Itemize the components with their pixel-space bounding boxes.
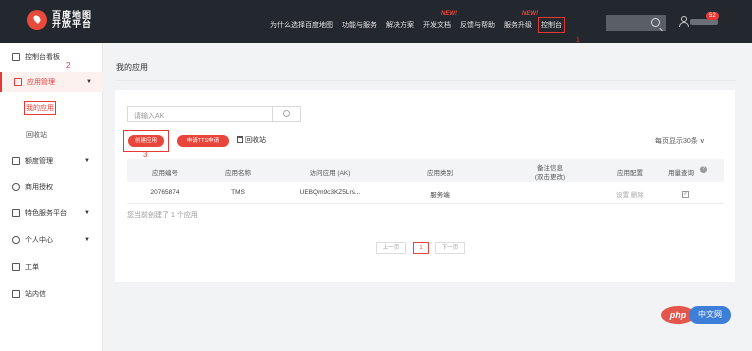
cell-app-id: 20765874: [150, 189, 180, 196]
new-tag: NEW!: [441, 11, 457, 17]
search-icon: [283, 110, 290, 117]
nav-features[interactable]: 功能与服务: [342, 20, 377, 30]
grid-icon: [14, 78, 22, 86]
global-search[interactable]: [606, 15, 666, 31]
th-usage: 用量查询: [668, 170, 694, 177]
sidebar-item-label: 控制台看板: [25, 54, 60, 61]
nav-dev-docs[interactable]: 开发文档 NEW!: [423, 11, 457, 30]
nav-console[interactable]: 控制台: [538, 17, 565, 33]
cell-app-type: 服务端: [430, 192, 450, 199]
sidebar-item-label: 个人中心: [25, 237, 53, 244]
sidebar-item-commercial[interactable]: 商用授权: [0, 181, 103, 193]
nav-upgrade-label: 服务升级: [504, 22, 532, 29]
nav-dev-docs-label: 开发文档: [423, 22, 451, 29]
baidu-map-logo[interactable]: 百度地图 开放平台: [27, 10, 92, 30]
annotation-3: 3: [143, 150, 148, 159]
prev-page-button[interactable]: 上一页: [376, 242, 406, 254]
annotation-1: 1: [576, 37, 580, 44]
main-nav: 为什么选择百度地图 功能与服务 解决方案 开发文档 NEW! 反馈与帮助 服务升级…: [270, 11, 571, 33]
sidebar-item-special[interactable]: 特色服务平台 ▼: [0, 207, 103, 219]
map-pin-icon: [27, 10, 47, 30]
cell-app-ak[interactable]: UEBQm9c3KZ5Lrs...: [280, 189, 380, 196]
cell-config-actions[interactable]: 设置 删除: [605, 189, 655, 199]
divider: [116, 80, 736, 81]
user-icon[interactable]: [679, 16, 689, 27]
th-app-config: 应用配置: [617, 170, 643, 177]
th-app-ak: 访问应用 (AK): [309, 170, 351, 177]
mail-icon: [12, 290, 20, 298]
person-icon: [12, 236, 20, 244]
tts-apply-button[interactable]: 申请TTS申请: [177, 135, 229, 147]
sidebar-item-label: 额度管理: [25, 158, 53, 165]
nav-why-baidu[interactable]: 为什么选择百度地图: [270, 20, 333, 30]
nav-feedback[interactable]: 反馈与帮助: [460, 20, 495, 30]
ak-search-button[interactable]: [273, 106, 301, 122]
recycle-bin-button[interactable]: 回收站: [237, 135, 266, 145]
page-title: 我的应用: [116, 63, 148, 72]
ticket-icon: [12, 263, 20, 271]
sidebar-item-label: 商用授权: [25, 184, 53, 191]
sidebar-item-app-manage[interactable]: 应用管理 ▼: [0, 72, 103, 92]
shield-icon: [12, 209, 20, 217]
per-page-select[interactable]: 每页显示30条 ∨: [655, 136, 705, 146]
sidebar-item-label: 工单: [25, 264, 39, 271]
caret-down-icon: ▼: [86, 79, 92, 85]
next-page-button[interactable]: 下一页: [435, 242, 465, 254]
nav-solutions[interactable]: 解决方案: [386, 20, 414, 30]
usage-checkbox[interactable]: ✓: [682, 191, 689, 198]
help-icon[interactable]: ?: [700, 166, 707, 173]
top-navbar: 百度地图 开放平台 为什么选择百度地图 功能与服务 解决方案 开发文档 NEW! …: [0, 0, 752, 43]
page-1-button[interactable]: 1: [413, 242, 429, 254]
sidebar-item-label: 站内信: [25, 291, 46, 298]
app-count-summary: 您当前创建了 1 个应用: [127, 212, 198, 219]
sidebar-item-label: 特色服务平台: [25, 210, 67, 217]
brand-line2: 开放平台: [52, 19, 93, 29]
ak-search-input[interactable]: 请输入AK: [127, 106, 273, 122]
sidebar-item-quota[interactable]: 额度管理 ▼: [0, 155, 103, 167]
license-icon: [12, 183, 20, 191]
new-tag: NEW!: [522, 11, 538, 17]
sidebar-item-my-apps[interactable]: 我的应用: [24, 101, 56, 115]
sidebar-item-label: 应用管理: [27, 79, 55, 86]
php-cn-watermark: php 中文网: [661, 306, 731, 324]
sidebar-item-recycle[interactable]: 回收站: [26, 130, 47, 140]
search-icon[interactable]: [651, 18, 660, 27]
sidebar-item-dashboard[interactable]: 控制台看板: [0, 50, 103, 64]
watermark-cn: 中文网: [689, 306, 731, 324]
th-app-name: 应用名称: [225, 170, 251, 177]
sliders-icon: [12, 157, 20, 165]
annotation-2: 2: [66, 61, 71, 70]
notification-badge[interactable]: 52: [706, 12, 719, 20]
caret-down-icon: ▼: [84, 158, 90, 164]
recycle-bin-label: 回收站: [245, 137, 266, 144]
sidebar-item-personal[interactable]: 个人中心 ▼: [0, 234, 103, 246]
cell-app-name: TMS: [231, 189, 245, 196]
th-app-type: 应用类别: [427, 170, 453, 177]
sidebar-item-ticket[interactable]: 工单: [0, 261, 103, 273]
caret-down-icon: ▼: [84, 210, 90, 216]
caret-down-icon: ▼: [84, 237, 90, 243]
th-remark-hint: (双击更改): [534, 174, 566, 181]
trash-icon: [237, 136, 243, 143]
th-app-id: 应用编号: [152, 170, 178, 177]
sidebar-item-inbox[interactable]: 站内信: [0, 288, 103, 300]
dashboard-icon: [12, 53, 20, 61]
create-app-button[interactable]: 创建应用: [128, 135, 164, 147]
nav-upgrade[interactable]: 服务升级 NEW!: [504, 11, 538, 30]
